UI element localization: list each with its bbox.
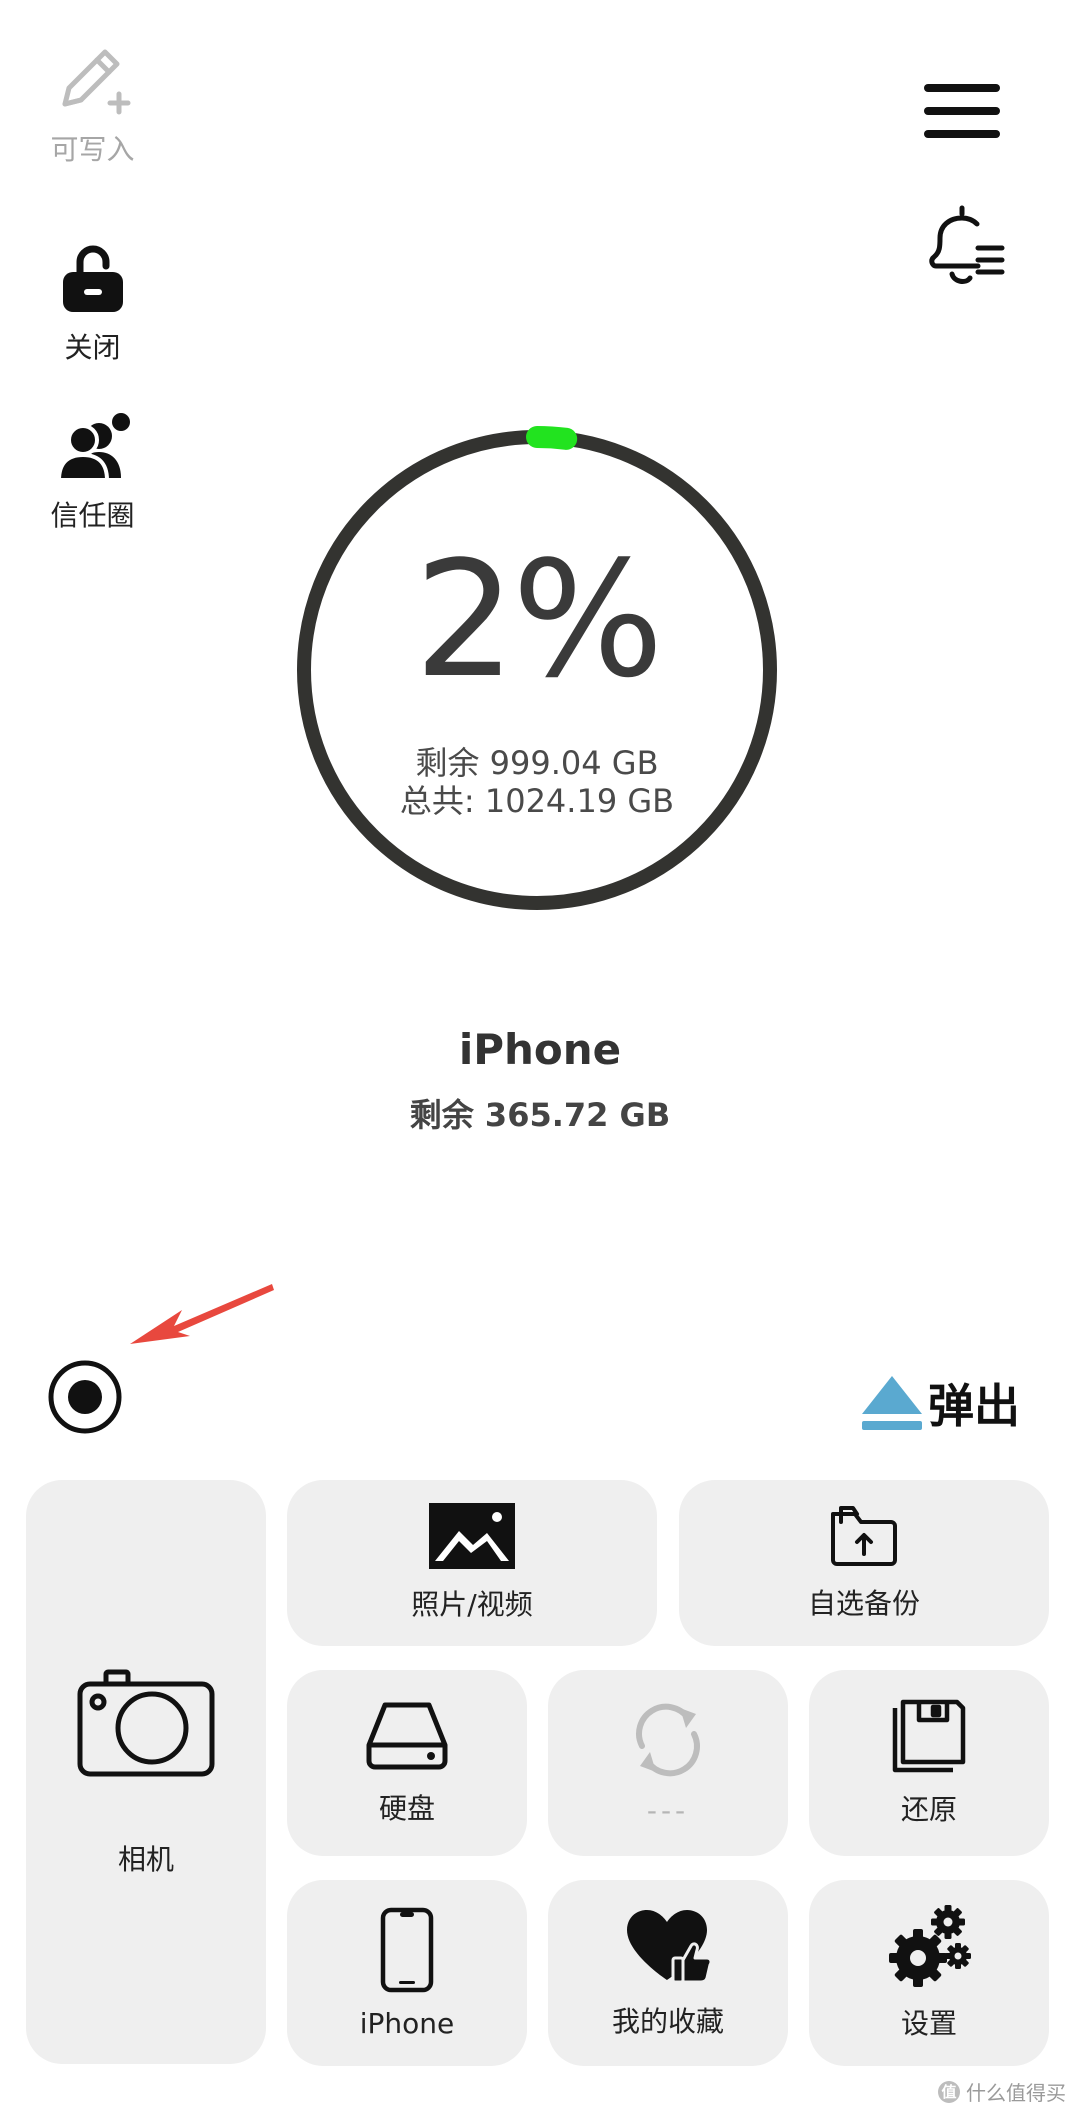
iphone-tile[interactable]: iPhone bbox=[287, 1880, 527, 2066]
notifications-button[interactable] bbox=[922, 204, 1008, 300]
bell-list-icon bbox=[929, 205, 1005, 284]
lock-label: 关闭 bbox=[64, 331, 121, 364]
storage-used-percent: 2% bbox=[414, 526, 664, 713]
sync-tile[interactable]: --- bbox=[548, 1670, 788, 1856]
trust-circle-label: 信任圈 bbox=[50, 499, 135, 532]
eject-icon bbox=[862, 1376, 922, 1430]
restore-tile[interactable]: 还原 bbox=[809, 1670, 1049, 1856]
eject-label: 弹出 bbox=[928, 1379, 1020, 1433]
device-name: iPhone bbox=[458, 1025, 622, 1074]
camera-label: 相机 bbox=[117, 1843, 174, 1876]
record-icon bbox=[48, 1360, 122, 1434]
pencil-plus-icon bbox=[62, 49, 130, 115]
favorites-tile[interactable]: 我的收藏 bbox=[548, 1880, 788, 2066]
eject-button[interactable]: 弹出 bbox=[860, 1370, 1020, 1436]
favorites-label: 我的收藏 bbox=[611, 2005, 724, 2038]
unlock-icon bbox=[62, 245, 123, 312]
writable-label: 可写入 bbox=[50, 133, 135, 166]
restore-label: 还原 bbox=[900, 1793, 957, 1826]
iphone-label: iPhone bbox=[359, 2006, 455, 2040]
storage-free: 剩余 999.04 GB bbox=[415, 744, 659, 782]
hamburger-menu-icon bbox=[924, 84, 1000, 138]
watermark: 值 什么值得买 bbox=[938, 2077, 1066, 2106]
lock-toggle[interactable]: 关闭 bbox=[30, 240, 155, 366]
settings-tile[interactable]: 设置 bbox=[809, 1880, 1049, 2066]
custom-backup-tile[interactable]: 自选备份 bbox=[679, 1480, 1049, 1646]
smartphone-icon bbox=[380, 1907, 434, 1992]
sync-label: --- bbox=[646, 1793, 690, 1827]
storage-summary: 2% 剩余 999.04 GB 总共: 1024.19 GB bbox=[292, 425, 782, 915]
disk-tile[interactable]: 硬盘 bbox=[287, 1670, 527, 1856]
users-icon bbox=[56, 413, 130, 482]
restore-icon bbox=[892, 1699, 966, 1773]
watermark-badge: 值 bbox=[938, 2080, 960, 2103]
record-button[interactable] bbox=[46, 1358, 124, 1436]
heart-thumbs-up-icon bbox=[627, 1910, 713, 1984]
writable-toggle[interactable]: 可写入 bbox=[30, 38, 155, 168]
storage-total: 总共: 1024.19 GB bbox=[399, 782, 675, 820]
trust-circle-button[interactable]: 信任圈 bbox=[30, 412, 155, 534]
camera-icon bbox=[77, 1669, 215, 1777]
photos-videos-tile[interactable]: 照片/视频 bbox=[287, 1480, 657, 1646]
hard-drive-icon bbox=[366, 1702, 448, 1770]
image-icon bbox=[429, 1503, 515, 1569]
folder-upload-icon bbox=[831, 1506, 897, 1566]
photos-videos-label: 照片/视频 bbox=[411, 1588, 533, 1621]
settings-label: 设置 bbox=[900, 2007, 957, 2040]
gears-icon bbox=[889, 1905, 971, 1987]
menu-button[interactable] bbox=[920, 78, 1004, 144]
annotation-arrow bbox=[130, 1284, 274, 1344]
device-free-space: 剩余 365.72 GB bbox=[409, 1096, 671, 1134]
disk-label: 硬盘 bbox=[378, 1792, 435, 1825]
sync-icon bbox=[636, 1703, 700, 1776]
watermark-text: 什么值得买 bbox=[966, 2081, 1066, 2105]
camera-tile[interactable]: 相机 bbox=[26, 1480, 266, 2064]
custom-backup-label: 自选备份 bbox=[807, 1587, 920, 1620]
